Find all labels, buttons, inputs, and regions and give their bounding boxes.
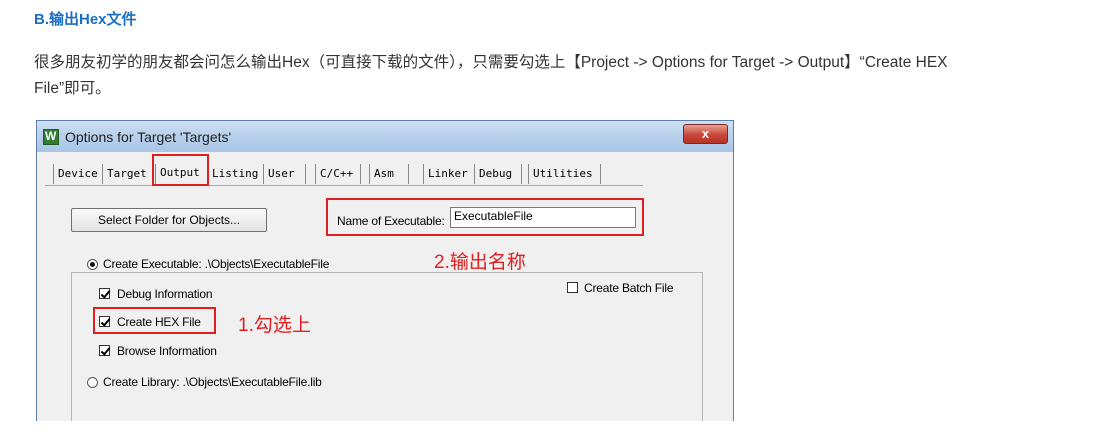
create-library-label: Create Library: .\Objects\ExecutableFile… [103, 375, 322, 389]
create-batch-file-label: Create Batch File [584, 281, 674, 295]
tab-target[interactable]: Target [103, 164, 156, 184]
tab-user[interactable]: User [264, 164, 306, 184]
create-batch-file-checkbox[interactable] [567, 282, 578, 293]
intro-paragraph: 很多朋友初学的朋友都会问怎么输出Hex（可直接下载的文件），只需要勾选上【Pro… [34, 50, 1094, 102]
browse-information-label: Browse Information [117, 344, 217, 358]
title-bar[interactable]: Options for Target 'Targets' x [37, 121, 733, 152]
create-executable-label: Create Executable: .\Objects\ExecutableF… [103, 257, 330, 271]
create-library-radio[interactable] [87, 377, 98, 388]
tab-device[interactable]: Device [53, 164, 103, 184]
select-folder-button[interactable]: Select Folder for Objects... [71, 208, 267, 232]
tab-linker[interactable]: Linker [423, 164, 475, 184]
create-executable-radio[interactable] [87, 259, 98, 270]
paragraph-line-2: File”即可。 [34, 80, 111, 97]
tab-c-cpp[interactable]: C/C++ [315, 164, 361, 184]
section-heading: B.输出Hex文件 [34, 11, 137, 28]
dialog-title: Options for Target 'Targets' [65, 129, 232, 145]
close-button[interactable]: x [683, 124, 728, 144]
tab-utilities[interactable]: Utilities [528, 164, 601, 184]
debug-information-checkbox[interactable] [99, 288, 110, 299]
output-tab-highlight [152, 154, 209, 186]
create-hex-highlight [93, 307, 216, 334]
executable-name-highlight [326, 198, 644, 236]
tab-debug[interactable]: Debug [475, 164, 522, 184]
tab-divider [45, 185, 643, 186]
annotation-output-name: 2.输出名称 [434, 252, 526, 273]
options-dialog: Options for Target 'Targets' x Device Ta… [36, 120, 734, 421]
tab-asm[interactable]: Asm [369, 164, 409, 184]
keil-app-icon [43, 129, 59, 145]
dialog-client-area: Device Target Output Listing User C/C++ … [41, 152, 729, 421]
paragraph-line-1: 很多朋友初学的朋友都会问怎么输出Hex（可直接下载的文件），只需要勾选上【Pro… [34, 54, 948, 71]
tab-listing[interactable]: Listing [208, 164, 264, 184]
annotation-check-hex: 1.勾选上 [238, 315, 311, 336]
browse-information-checkbox[interactable] [99, 345, 110, 356]
debug-information-label: Debug Information [117, 287, 213, 301]
